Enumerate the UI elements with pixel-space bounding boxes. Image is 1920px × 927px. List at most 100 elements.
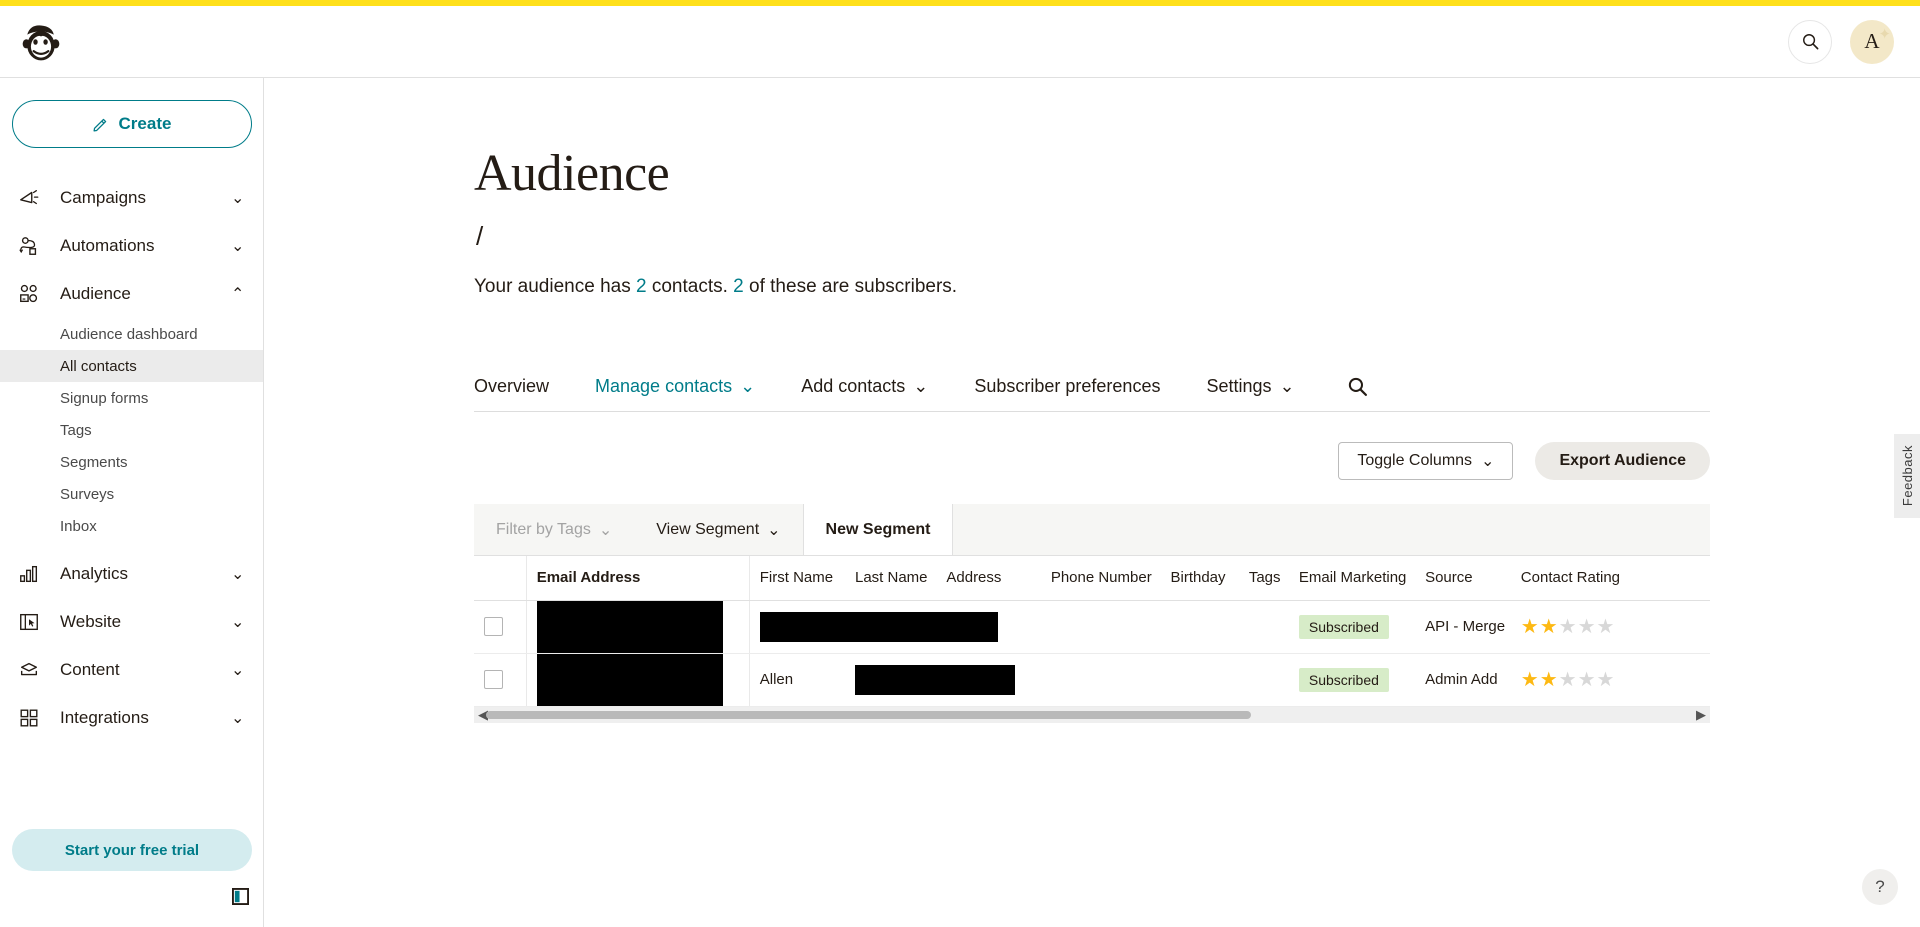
avatar-sparkle-icon: ✦ (1878, 26, 1891, 43)
row-checkbox[interactable] (484, 670, 503, 689)
sidebar-item-all-contacts[interactable]: All contacts (0, 350, 263, 382)
tab-overview[interactable]: Overview (474, 376, 549, 397)
row-select-cell (474, 600, 527, 654)
filter-by-tags-label: Filter by Tags (496, 520, 591, 538)
feedback-label: Feedback (1899, 445, 1915, 507)
sidebar-subitem-label: Inbox (60, 517, 97, 535)
redacted-email (536, 600, 723, 653)
avatar[interactable]: ✦ A (1850, 19, 1894, 64)
column-header-birthday[interactable]: Birthday (1160, 556, 1239, 601)
mailchimp-logo[interactable] (14, 15, 68, 69)
column-header-contact-rating[interactable]: Contact Rating (1510, 556, 1710, 601)
table-horizontal-scrollbar[interactable]: ◀ ▶ (474, 706, 1710, 723)
star-icon: ★ (1577, 668, 1596, 691)
column-header-email-address[interactable]: Email Address (526, 556, 750, 601)
column-header-address[interactable]: Address (936, 556, 1041, 601)
sidebar-item-integrations[interactable]: Integrations ⌄ (0, 694, 263, 742)
column-header-first-name[interactable]: First Name (749, 556, 845, 601)
sidebar-subitem-label: All contacts (60, 357, 137, 375)
cell-phone-number (1040, 600, 1161, 654)
sidebar-item-segments[interactable]: Segments (0, 446, 263, 478)
help-button[interactable]: ? (1862, 869, 1898, 905)
sidebar-item-inbox[interactable]: Inbox (0, 510, 263, 542)
sidebar-item-automations[interactable]: Automations ⌄ (0, 222, 263, 270)
tab-add-contacts[interactable]: Add contacts ⌄ (801, 376, 928, 397)
cell-last-name (844, 653, 1041, 707)
tab-subscriber-preferences[interactable]: Subscriber preferences (974, 376, 1160, 397)
sidebar-item-content[interactable]: Content ⌄ (0, 646, 263, 694)
chevron-down-icon[interactable]: ⌄ (231, 612, 245, 632)
sidebar-subitem-label: Tags (60, 421, 92, 439)
search-icon (1348, 377, 1367, 397)
breadcrumb: / (476, 221, 484, 251)
row-select-cell (474, 653, 527, 707)
cell-contact-rating: ★ ★ ★ ★ ★ (1510, 653, 1710, 707)
scrollbar-thumb[interactable] (486, 710, 1251, 719)
contacts-table: Email Address First Name Last Name Addre… (474, 556, 1710, 707)
cell-tags (1238, 600, 1289, 654)
status-badge: Subscribed (1298, 667, 1389, 692)
column-header-email-marketing[interactable]: Email Marketing (1288, 556, 1416, 601)
chevron-down-icon[interactable]: ⌄ (231, 564, 245, 584)
feedback-tab[interactable]: Feedback (1894, 434, 1920, 518)
sidebar-item-campaigns[interactable]: Campaigns ⌄ (0, 174, 263, 222)
sidebar-item-signup-forms[interactable]: Signup forms (0, 382, 263, 414)
scroll-right-icon[interactable]: ▶ (1696, 707, 1706, 723)
pencil-icon (93, 118, 106, 132)
sidebar-item-surveys[interactable]: Surveys (0, 478, 263, 510)
column-header-tags[interactable]: Tags (1238, 556, 1289, 601)
cell-tags (1238, 653, 1289, 707)
create-button[interactable]: Create (11, 100, 252, 148)
toggle-columns-button[interactable]: Toggle Columns ⌄ (1338, 442, 1514, 480)
sidebar-item-label: Campaigns (60, 188, 146, 207)
column-header-phone-number[interactable]: Phone Number (1040, 556, 1161, 601)
sidebar: Create Campaigns ⌄ Automations ⌄ Audienc… (0, 78, 264, 927)
contacts-search-button[interactable] (1347, 376, 1368, 397)
chevron-down-icon[interactable]: ⌄ (231, 708, 245, 728)
chevron-down-icon[interactable]: ⌄ (231, 188, 245, 208)
sidebar-item-audience[interactable]: Audience ⌃ (0, 270, 263, 318)
collapse-sidebar-button[interactable] (232, 888, 249, 910)
toggle-columns-label: Toggle Columns (1357, 452, 1473, 469)
table-row[interactable]: Allen Subscribed Admin Add ★ ★ ★ ★ ★ (474, 653, 1710, 707)
sidebar-item-audience-dashboard[interactable]: Audience dashboard (0, 318, 263, 350)
sidebar-item-label: Audience (60, 284, 131, 303)
summary-middle: contacts. (646, 276, 734, 297)
contacts-table-block: Filter by Tags ⌄ View Segment ⌄ New Segm… (474, 504, 1710, 723)
cell-source: Admin Add (1415, 653, 1511, 707)
start-free-trial-button[interactable]: Start your free trial (12, 829, 252, 871)
sidebar-item-website[interactable]: Website ⌄ (0, 598, 263, 646)
sidebar-nav: Campaigns ⌄ Automations ⌄ Audience ⌃ Aud… (0, 174, 263, 742)
chevron-down-icon[interactable]: ⌄ (231, 660, 245, 680)
export-audience-button[interactable]: Export Audience (1535, 442, 1710, 480)
star-icon: ★ (1539, 668, 1558, 691)
rating-stars[interactable]: ★ ★ ★ ★ ★ (1521, 617, 1700, 637)
cell-first-name: Allen (749, 653, 845, 707)
cell-email-address (526, 653, 750, 707)
cell-birthday (1160, 653, 1239, 707)
new-segment-label: New Segment (825, 520, 931, 538)
tab-settings[interactable]: Settings ⌄ (1206, 376, 1294, 397)
table-row[interactable]: Subscribed API - Merge ★ ★ ★ ★ ★ (474, 600, 1710, 654)
star-icon: ★ (1539, 615, 1558, 638)
filter-by-tags-dropdown[interactable]: Filter by Tags ⌄ (474, 504, 634, 555)
chevron-up-icon[interactable]: ⌃ (231, 284, 245, 304)
tab-manage-contacts[interactable]: Manage contacts ⌄ (595, 376, 755, 397)
megaphone-icon (18, 187, 52, 209)
column-header-source[interactable]: Source (1415, 556, 1511, 601)
column-header-last-name[interactable]: Last Name (844, 556, 937, 601)
sidebar-item-analytics[interactable]: Analytics ⌄ (0, 550, 263, 598)
audience-icon (18, 283, 52, 305)
row-checkbox[interactable] (484, 617, 503, 636)
rating-stars[interactable]: ★ ★ ★ ★ ★ (1521, 670, 1700, 690)
chevron-down-icon[interactable]: ⌄ (231, 236, 245, 256)
global-search-button[interactable] (1788, 19, 1832, 64)
automation-icon (18, 235, 52, 257)
new-segment-button[interactable]: New Segment (802, 504, 954, 555)
view-segment-dropdown[interactable]: View Segment ⌄ (634, 504, 802, 555)
sidebar-subitem-label: Audience dashboard (60, 325, 198, 343)
audience-summary: Your audience has 2 contacts. 2 of these… (474, 276, 1920, 298)
website-icon (18, 611, 52, 633)
create-button-label: Create (118, 114, 172, 133)
sidebar-item-tags[interactable]: Tags (0, 414, 263, 446)
